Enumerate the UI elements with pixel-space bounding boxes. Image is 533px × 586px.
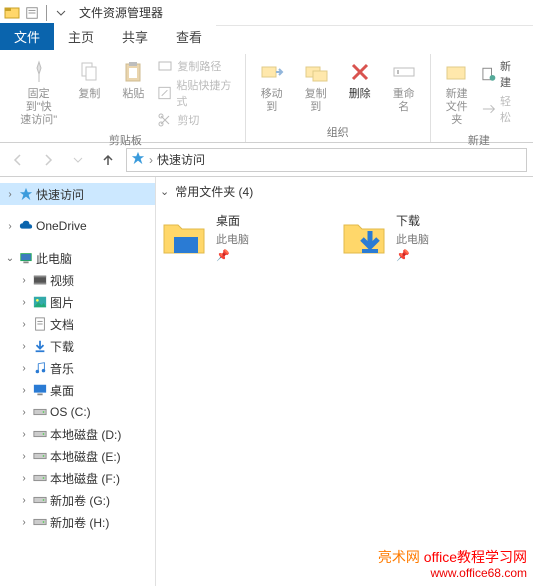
drive-icon [32, 448, 48, 464]
qat-separator [46, 5, 47, 21]
folder-item[interactable]: 桌面此电脑 📌 [160, 212, 320, 262]
paste-icon [119, 58, 147, 86]
explorer-icon [4, 5, 20, 21]
qat-dropdown-icon[interactable] [53, 5, 69, 21]
move-to-button[interactable]: 移动到 [252, 56, 292, 116]
nav-bar: › 快速访问 [0, 143, 533, 177]
tree-item[interactable]: ›桌面 [0, 379, 155, 401]
new-item-icon [481, 66, 496, 82]
tree-item[interactable]: ›新加卷 (H:) [0, 511, 155, 533]
copy-to-icon [302, 58, 330, 86]
ribbon-group-clipboard: 固定到"快 速访问" 复制 粘贴 复制路径 [6, 54, 246, 142]
copy-path-button[interactable]: 复制路径 [157, 58, 238, 74]
pin-icon: 📌 [396, 249, 429, 262]
tab-view[interactable]: 查看 [162, 23, 216, 50]
drive-icon [32, 426, 48, 442]
easy-access-button[interactable]: 轻松 [481, 93, 521, 125]
folder-icon [160, 213, 208, 261]
tree-item[interactable]: ›图片 [0, 291, 155, 313]
copy-icon [75, 58, 103, 86]
move-icon [258, 58, 286, 86]
paste-button[interactable]: 粘贴 [113, 56, 153, 103]
folder-name: 下载 [396, 212, 429, 229]
folder-name: 桌面 [216, 212, 249, 229]
tree-quick-access[interactable]: › 快速访问 [0, 183, 155, 205]
delete-icon [346, 58, 374, 86]
nav-forward-button[interactable] [36, 148, 60, 172]
properties-qat-icon[interactable] [24, 5, 40, 21]
nav-up-button[interactable] [96, 148, 120, 172]
folder-location: 此电脑 [216, 231, 249, 247]
tree-onedrive[interactable]: › OneDrive [0, 215, 155, 237]
scissors-icon [157, 112, 173, 128]
tree-item[interactable]: ›本地磁盘 (D:) [0, 423, 155, 445]
group-label-organize: 组织 [252, 122, 424, 142]
pin-icon [25, 58, 53, 86]
new-folder-button[interactable]: 新建 文件夹 [437, 56, 477, 130]
pin-icon: 📌 [216, 249, 249, 262]
document-icon [32, 316, 48, 332]
folder-item[interactable]: 下载此电脑 📌 [340, 212, 500, 262]
cut-button[interactable]: 剪切 [157, 112, 238, 128]
ribbon-group-organize: 移动到 复制到 删除 重命名 组织 [246, 54, 431, 142]
address-bar[interactable]: › 快速访问 [126, 148, 527, 172]
desktop-icon [32, 382, 48, 398]
drive-icon [32, 492, 48, 508]
tree-item[interactable]: ›本地磁盘 (E:) [0, 445, 155, 467]
tab-share[interactable]: 共享 [108, 23, 162, 50]
main-area: › 快速访问 › OneDrive ⌄ 此电脑 ›视频›图片›文档›下载›音乐›… [0, 177, 533, 586]
copy-button[interactable]: 复制 [69, 56, 109, 103]
pc-icon [18, 250, 34, 266]
folder-location: 此电脑 [396, 231, 429, 247]
tree-item[interactable]: ›下载 [0, 335, 155, 357]
nav-recent-dropdown[interactable] [66, 148, 90, 172]
quick-access-star-icon [131, 151, 145, 168]
drive-icon [32, 470, 48, 486]
ribbon: 固定到"快 速访问" 复制 粘贴 复制路径 [0, 50, 533, 143]
new-folder-icon [443, 58, 471, 86]
nav-back-button[interactable] [6, 148, 30, 172]
rename-button[interactable]: 重命名 [384, 56, 424, 116]
tree-item[interactable]: ›新加卷 (G:) [0, 489, 155, 511]
tree-item[interactable]: ›音乐 [0, 357, 155, 379]
tree-item[interactable]: ›本地磁盘 (F:) [0, 467, 155, 489]
picture-icon [32, 294, 48, 310]
tab-file[interactable]: 文件 [0, 23, 54, 50]
window-title: 文件资源管理器 [79, 4, 163, 21]
cloud-icon [18, 218, 34, 234]
tree-item[interactable]: ›视频 [0, 269, 155, 291]
folder-icon [340, 213, 388, 261]
paste-shortcut-button[interactable]: 粘贴快捷方式 [157, 77, 238, 109]
video-icon [32, 272, 48, 288]
ribbon-tabs: 文件 主页 共享 查看 [0, 26, 533, 50]
tab-home[interactable]: 主页 [54, 23, 108, 50]
chevron-down-icon: ⌄ [160, 185, 169, 198]
download-icon [32, 338, 48, 354]
section-header[interactable]: ⌄ 常用文件夹 (4) [160, 183, 529, 200]
tree-this-pc[interactable]: ⌄ 此电脑 [0, 247, 155, 269]
rename-icon [390, 58, 418, 86]
drive-icon [32, 404, 48, 420]
pin-to-quick-access-button[interactable]: 固定到"快 速访问" [12, 56, 65, 130]
new-item-button[interactable]: 新建 [481, 58, 521, 90]
star-icon [18, 186, 34, 202]
drive-icon [32, 514, 48, 530]
breadcrumb-location[interactable]: 快速访问 [157, 151, 205, 168]
tree-item[interactable]: ›文档 [0, 313, 155, 335]
music-icon [32, 360, 48, 376]
nav-tree[interactable]: › 快速访问 › OneDrive ⌄ 此电脑 ›视频›图片›文档›下载›音乐›… [0, 177, 156, 586]
ribbon-group-new: 新建 文件夹 新建 轻松 新建 [431, 54, 527, 142]
tree-item[interactable]: ›OS (C:) [0, 401, 155, 423]
content-pane[interactable]: ⌄ 常用文件夹 (4) 桌面此电脑 📌 下载此电脑 📌 亮术网 office教程学习网… [156, 177, 533, 586]
watermark: 亮术网 office教程学习网 www.office68.com [378, 548, 527, 582]
delete-button[interactable]: 删除 [340, 56, 380, 103]
easy-access-icon [481, 101, 496, 117]
copy-to-button[interactable]: 复制到 [296, 56, 336, 116]
